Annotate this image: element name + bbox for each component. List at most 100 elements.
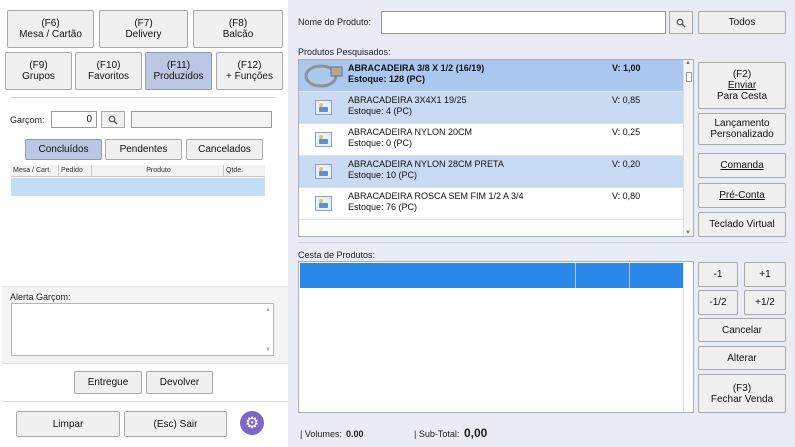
divider	[10, 97, 276, 98]
enviar-cesta-button[interactable]: (F2) Enviar Para Cesta	[698, 62, 786, 109]
scroll-down-icon[interactable]: ▼	[265, 347, 271, 353]
mais-funcoes-key: (F12)	[237, 60, 262, 71]
preconta-button[interactable]: Pré-Conta	[698, 183, 786, 208]
garcom-name-field	[131, 111, 272, 128]
plus-one-button[interactable]: +1	[744, 262, 786, 287]
product-stock: Estoque: 10 (PC)	[348, 170, 418, 180]
products-list: ABRACADEIRA 3/8 X 1/2 (16/19) Estoque: 1…	[298, 59, 694, 237]
subtotal-label: | Sub-Total:	[414, 429, 460, 439]
cesta-label: Cesta de Produtos:	[298, 250, 376, 260]
product-stock: Estoque: 76 (PC)	[348, 202, 418, 212]
comanda-button[interactable]: Comanda	[698, 153, 786, 178]
entregue-button[interactable]: Entregue	[74, 371, 142, 394]
enviar-label-2: Para Cesta	[716, 91, 768, 102]
limpar-label: Limpar	[52, 418, 84, 430]
product-name: ABRACADEIRA NYLON 20CM	[348, 127, 473, 137]
alerta-textarea[interactable]: ▲ ▼	[11, 303, 274, 356]
garcom-search-button[interactable]	[101, 111, 125, 128]
subtotal-value: 0,00	[464, 426, 488, 440]
scroll-down-icon[interactable]: ▼	[685, 230, 691, 236]
left-panel: (F6) Mesa / Cartão (F7) Delivery (F8) Ba…	[0, 0, 288, 447]
produzidos-button[interactable]: (F11) Produzidos	[145, 52, 212, 90]
minus-one-button[interactable]: -1	[698, 262, 738, 287]
comanda-label: Comanda	[720, 160, 764, 171]
divider	[575, 263, 576, 288]
scroll-up-icon[interactable]: ▲	[265, 307, 271, 313]
fechar-venda-button[interactable]: (F3) Fechar Venda	[698, 374, 786, 413]
divider	[2, 363, 288, 364]
divider	[298, 242, 788, 243]
list-item[interactable]: ABRACADEIRA ROSCA SEM FIM 1/2 A 3/4 Esto…	[299, 188, 685, 220]
favoritos-button[interactable]: (F10) Favoritos	[75, 52, 142, 90]
image-placeholder-icon	[315, 100, 332, 115]
tab-pendentes[interactable]: Pendentes	[105, 139, 182, 160]
todos-button[interactable]: Todos	[698, 11, 786, 34]
balcao-button[interactable]: (F8) Balcão	[193, 10, 283, 48]
mesa-cartao-button[interactable]: (F6) Mesa / Cartão	[7, 10, 94, 48]
favoritos-label: Favoritos	[87, 71, 130, 82]
preconta-label: Pré-Conta	[719, 190, 765, 201]
product-name: ABRACADEIRA 3X4X1 19/25	[348, 95, 467, 105]
alterar-label: Alterar	[727, 352, 757, 364]
sair-label: (Esc) Sair	[153, 418, 198, 430]
enviar-label: Enviar	[727, 80, 757, 91]
garcom-input[interactable]: 0	[51, 111, 97, 128]
mesa-cartao-key: (F6)	[41, 18, 60, 29]
products-scrollbar[interactable]: ▲ ▼	[683, 60, 693, 236]
grupos-key: (F9)	[29, 60, 48, 71]
teclado-label: Teclado Virtual	[709, 219, 775, 230]
fechar-label: Fechar Venda	[710, 393, 774, 405]
tab-cancelados[interactable]: Cancelados	[186, 139, 263, 160]
sair-button[interactable]: (Esc) Sair	[124, 411, 227, 437]
search-icon	[108, 115, 118, 124]
alterar-button[interactable]: Alterar	[698, 346, 786, 370]
scrollbar-thumb[interactable]	[686, 72, 692, 82]
plus-half-button[interactable]: +1/2	[744, 290, 786, 315]
list-item[interactable]: ABRACADEIRA NYLON 28CM PRETA Estoque: 10…	[299, 156, 685, 188]
image-placeholder-icon	[315, 164, 332, 179]
scroll-up-icon[interactable]: ▲	[685, 60, 691, 66]
alerta-label: Alerta Garçom:	[10, 292, 71, 302]
nome-produto-label: Nome do Produto:	[298, 17, 372, 27]
list-item[interactable]: ABRACADEIRA 3/8 X 1/2 (16/19) Estoque: 1…	[299, 60, 685, 92]
enviar-key: (F2)	[732, 69, 752, 80]
tab-pendentes-label: Pendentes	[119, 144, 168, 155]
devolver-button[interactable]: Devolver	[146, 371, 213, 394]
minus-half-button[interactable]: -1/2	[698, 290, 738, 315]
nome-produto-input[interactable]	[381, 11, 666, 34]
divider	[2, 401, 288, 402]
product-name: ABRACADEIRA 3/8 X 1/2 (16/19)	[348, 63, 485, 73]
grupos-button[interactable]: (F9) Grupos	[5, 52, 72, 90]
limpar-button[interactable]: Limpar	[16, 411, 120, 437]
balcao-label: Balcão	[222, 29, 254, 40]
plus-half-label: +1/2	[755, 297, 775, 308]
cancelar-label: Cancelar	[721, 324, 763, 336]
table-row[interactable]	[300, 263, 683, 288]
produto-search-button[interactable]	[669, 11, 693, 34]
clamp-thumbnail-icon	[304, 64, 343, 88]
image-placeholder-icon	[315, 196, 332, 211]
fechar-key: (F3)	[732, 382, 752, 394]
product-value: V: 1,00	[612, 63, 641, 73]
search-icon	[676, 18, 686, 27]
lancamento-label: Lançamento	[714, 118, 770, 129]
orders-grid-selected-row[interactable]	[11, 178, 265, 196]
tab-concluidos[interactable]: Concluídos	[25, 139, 102, 160]
balcao-key: (F8)	[228, 18, 248, 29]
orders-grid-header: Mesa / Cart. Pedido Produto Qtde.	[11, 165, 265, 177]
lancamento-personalizado-button[interactable]: Lançamento Personalizado	[698, 113, 786, 145]
cancelar-button[interactable]: Cancelar	[698, 318, 786, 342]
mais-funcoes-button[interactable]: (F12) + Funções	[216, 52, 283, 90]
list-item[interactable]: ABRACADEIRA NYLON 20CM Estoque: 0 (PC) V…	[299, 124, 685, 156]
product-name: ABRACADEIRA NYLON 28CM PRETA	[348, 159, 504, 169]
tab-concluidos-label: Concluídos	[38, 144, 89, 155]
settings-gear-icon[interactable]: ⚙	[240, 411, 264, 435]
product-value: V: 0,25	[612, 127, 641, 137]
teclado-virtual-button[interactable]: Teclado Virtual	[698, 212, 786, 237]
cesta-scrollbar[interactable]	[683, 262, 693, 412]
list-item[interactable]: ABRACADEIRA 3X4X1 19/25 Estoque: 4 (PC) …	[299, 92, 685, 124]
delivery-button[interactable]: (F7) Delivery	[99, 10, 188, 48]
col-produto: Produto	[92, 165, 224, 176]
product-stock: Estoque: 0 (PC)	[348, 138, 413, 148]
favoritos-key: (F10)	[96, 60, 121, 71]
